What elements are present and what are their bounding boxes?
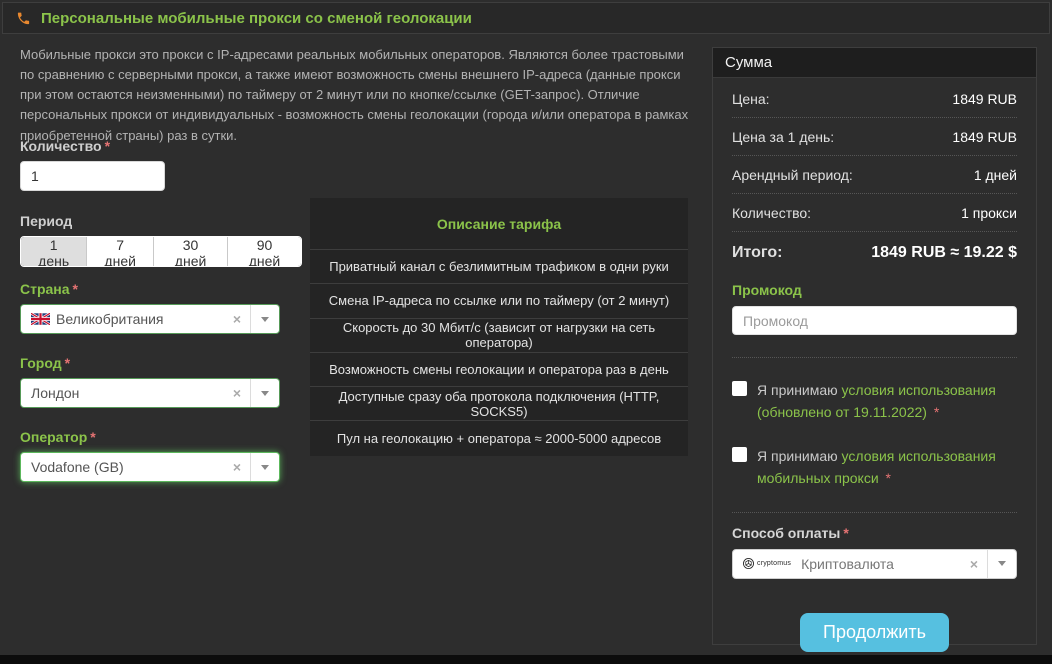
country-value: Великобритания [56, 311, 164, 327]
checkbox-text: Я принимаю [757, 447, 842, 464]
summary-row-price: Цена: 1849 RUB [732, 80, 1017, 118]
chevron-down-icon[interactable] [988, 561, 1016, 567]
required-asterisk: * [104, 138, 111, 154]
period-button-7days[interactable]: 7 дней [87, 237, 155, 266]
terms-checkbox[interactable] [732, 381, 747, 396]
city-value: Лондон [31, 385, 80, 401]
payment-method-value: Криптовалюта [801, 555, 894, 572]
clear-icon[interactable]: × [224, 385, 250, 401]
promo-input[interactable] [732, 306, 1017, 335]
country-select[interactable]: Великобритания × [20, 304, 280, 334]
clear-icon[interactable]: × [224, 459, 250, 475]
clear-icon[interactable]: × [224, 311, 250, 327]
mobile-terms-checkbox-row: Я принимаю условия использования мобильн… [732, 445, 1017, 490]
period-button-30days[interactable]: 30 дней [154, 237, 229, 266]
city-select[interactable]: Лондон × [20, 378, 280, 408]
required-asterisk: * [885, 470, 891, 487]
uk-flag-icon [31, 313, 50, 325]
payment-method-select[interactable]: cryptomus Криптовалюта × [732, 548, 1017, 579]
summary-row-total: Итого: 1849 RUB ≈ 19.22 $ [732, 244, 1017, 261]
summary-panel: Сумма Цена: 1849 RUB Цена за 1 день: 184… [712, 47, 1037, 652]
quantity-label: Количество * [20, 138, 111, 154]
chevron-down-icon[interactable] [251, 390, 279, 396]
divider [732, 511, 1017, 513]
period-button-group: 1 день 7 дней 30 дней 90 дней [20, 236, 302, 267]
tariff-feature: Приватный канал с безлимитным трафиком в… [310, 250, 688, 285]
required-asterisk: * [64, 355, 71, 371]
operator-value: Vodafone (GB) [31, 459, 124, 475]
summary-title: Сумма [713, 48, 1036, 78]
page-background: Персональные мобильные прокси со сменой … [0, 0, 1052, 655]
country-label: Страна * [20, 281, 78, 297]
checkbox-text: Я принимаю [757, 382, 842, 398]
operator-label: Оператор * [20, 429, 96, 445]
cryptomus-logo-icon [743, 558, 754, 570]
clear-icon[interactable]: × [961, 556, 987, 572]
required-asterisk: * [90, 429, 96, 445]
period-button-90days[interactable]: 90 дней [228, 237, 301, 266]
tariff-feature: Возможность смены геолокации и оператора… [310, 353, 688, 388]
chevron-down-icon[interactable] [251, 464, 279, 470]
tariff-title: Описание тарифа [310, 198, 688, 250]
period-label: Период [20, 213, 73, 229]
tariff-feature: Смена IP-адреса по ссылке или по таймеру… [310, 284, 688, 319]
promo-label: Промокод [732, 282, 802, 298]
city-label: Город * [20, 355, 71, 371]
page-header: Персональные мобильные прокси со сменой … [2, 2, 1050, 34]
required-asterisk: * [72, 281, 78, 297]
tariff-feature: Доступные сразу оба протокола подключени… [310, 387, 688, 422]
divider [732, 357, 1017, 358]
required-asterisk: * [933, 404, 940, 421]
cryptomus-brand-text: cryptomus [757, 560, 792, 568]
operator-select[interactable]: Vodafone (GB) × [20, 452, 280, 482]
summary-row-quantity: Количество: 1 прокси [732, 194, 1017, 232]
tariff-feature: Пул на геолокацию + оператора ≈ 2000-500… [336, 431, 662, 447]
order-form: Количество* Период 1 день 7 дней 30 дней… [20, 138, 302, 503]
payment-method-label: Способ оплаты * [732, 524, 849, 541]
terms-checkbox-row: Я принимаю условия использования (обновл… [732, 379, 1017, 424]
period-button-1day[interactable]: 1 день [21, 237, 88, 266]
required-asterisk: * [843, 524, 849, 541]
summary-row-price-per-day: Цена за 1 день: 1849 RUB [732, 118, 1017, 156]
tariff-feature: Скорость до 30 Мбит/с (зависит от нагруз… [310, 319, 688, 353]
summary-row-rental-period: Арендный период: 1 дней [732, 156, 1017, 194]
tariff-table: Описание тарифа Приватный канал с безлим… [310, 198, 688, 456]
phone-icon [17, 12, 30, 24]
page-title: Персональные мобильные прокси со сменой … [41, 9, 472, 27]
mobile-terms-checkbox[interactable] [732, 446, 747, 462]
continue-button[interactable]: Продолжить [800, 612, 949, 652]
quantity-input[interactable] [20, 161, 165, 191]
chevron-down-icon[interactable] [251, 316, 279, 322]
product-description: Мобильные прокси это прокси с IP-адресам… [20, 47, 689, 143]
